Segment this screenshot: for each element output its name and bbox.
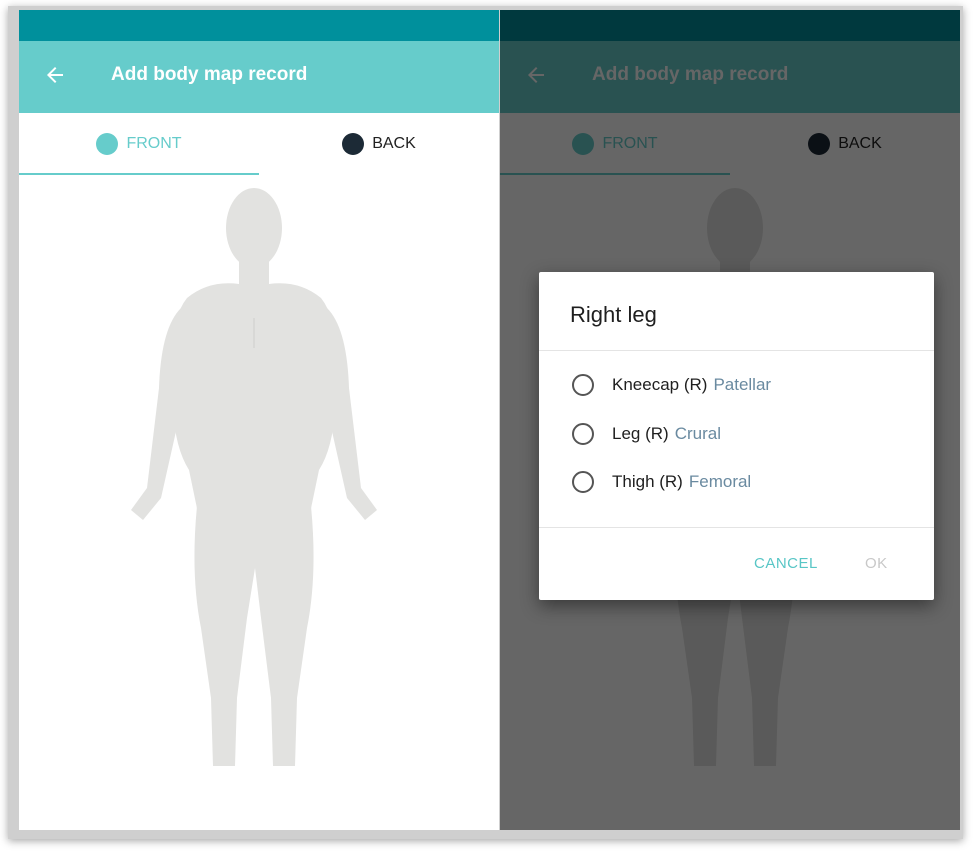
ok-button[interactable]: OK xyxy=(865,555,888,572)
front-dot-icon xyxy=(96,133,119,155)
tab-back[interactable]: BACK xyxy=(259,113,499,175)
radio-icon[interactable] xyxy=(572,471,594,493)
body-map-figure[interactable] xyxy=(109,188,399,788)
screenshot-frame: Add body map record FRONT BACK Right leg… xyxy=(8,6,963,839)
option-label: Kneecap (R) xyxy=(612,375,708,394)
dialog-divider xyxy=(539,350,934,351)
option-latin: Patellar xyxy=(713,375,772,394)
left-screen: Add body map record FRONT BACK xyxy=(19,10,499,830)
back-arrow-icon[interactable] xyxy=(43,63,69,89)
right-screen: Add body map record FRONT BACK xyxy=(500,10,960,830)
back-dot-icon xyxy=(342,133,365,155)
option-label: Thigh (R) xyxy=(612,472,683,491)
app-bar: Add body map record xyxy=(19,41,499,113)
option-latin: Femoral xyxy=(688,472,752,491)
cancel-button[interactable]: CANCEL xyxy=(754,555,818,572)
dialog-title: Right leg xyxy=(570,302,657,327)
radio-icon[interactable] xyxy=(572,374,594,396)
tab-front[interactable]: FRONT xyxy=(19,113,259,175)
option-latin: Crural xyxy=(674,424,721,443)
tab-indicator xyxy=(19,173,259,175)
dialog-divider xyxy=(539,527,934,528)
view-tabs: FRONT BACK xyxy=(19,113,499,175)
option-label: Leg (R) xyxy=(612,424,669,443)
page-title: Add body map record xyxy=(111,64,308,85)
tab-front-label: FRONT xyxy=(126,135,182,152)
body-part-dialog: Right leg Kneecap (R) Patellar Leg (R) C… xyxy=(539,272,934,600)
option-leg[interactable]: Leg (R) Crural xyxy=(572,419,721,449)
option-kneecap[interactable]: Kneecap (R) Patellar xyxy=(572,370,771,400)
option-thigh[interactable]: Thigh (R) Femoral xyxy=(572,467,751,497)
tab-back-label: BACK xyxy=(372,135,416,152)
status-bar xyxy=(19,10,499,41)
radio-icon[interactable] xyxy=(572,423,594,445)
